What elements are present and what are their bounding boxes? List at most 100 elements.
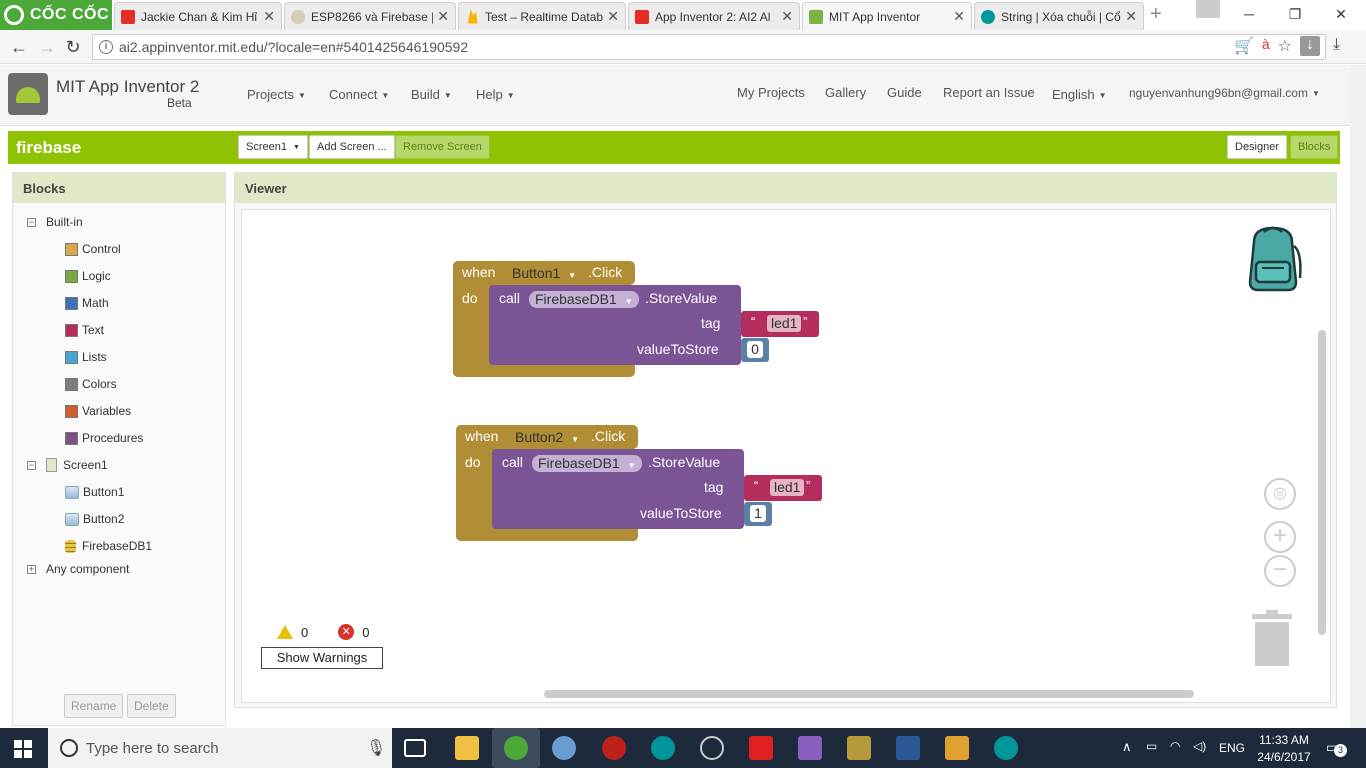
browser-brand[interactable]: CỐC CỐC [0,0,112,30]
drawer-text[interactable]: Text [65,323,104,337]
add-screen-button[interactable]: Add Screen ... [309,135,395,159]
collapse-icon[interactable]: − [27,217,36,227]
app-inventor-logo-icon[interactable] [8,73,48,115]
wifi-icon[interactable]: ◠ [1170,739,1180,768]
rename-button[interactable]: Rename [64,694,124,718]
dictionary-icon[interactable]: à [1262,36,1270,56]
browser-tab[interactable]: App Inventor 2: AI2 Al ✕ [628,2,800,30]
drawer-logic[interactable]: Logic [65,269,111,283]
notifications-icon[interactable]: ▭ 3 [1326,739,1347,768]
download-icon[interactable]: ⤓ [1333,36,1340,54]
workspace-vertical-scrollbar[interactable] [1318,330,1326,635]
windows-start-icon[interactable] [14,740,32,758]
page-scrollbar[interactable] [1350,65,1366,728]
backpack-icon[interactable] [1240,222,1306,294]
language-menu[interactable]: English ▼ [1052,87,1107,102]
component-dropdown[interactable]: Button1 ▼ [506,265,582,282]
profile-icon[interactable] [1196,0,1220,18]
tool-icon[interactable] [847,736,871,760]
task-view-icon[interactable] [404,739,426,757]
restore-icon[interactable]: ❐ [1272,0,1318,30]
link-gallery[interactable]: Gallery [825,85,866,100]
menu-connect[interactable]: Connect ▼ [329,87,389,102]
url-field[interactable]: i ai2.appinventor.mit.edu/?locale=en#540… [92,34,1326,60]
link-my-projects[interactable]: My Projects [737,85,805,100]
number-field[interactable]: 1 [750,505,766,522]
number-block[interactable]: 1 [744,502,772,526]
browser-tab[interactable]: String | Xóa chuỗi | Cổ ✕ [974,2,1144,30]
tree-builtin[interactable]: − Built-in [27,215,83,229]
expand-icon[interactable]: + [27,564,36,574]
menu-projects[interactable]: Projects ▼ [247,87,306,102]
menu-build[interactable]: Build ▼ [411,87,452,102]
microphone-icon[interactable]: 🎙 [366,738,386,758]
back-icon[interactable]: ← [8,36,30,58]
screen-select[interactable]: Screen1 ▼ [238,135,308,159]
call-storevalue-block[interactable]: call FirebaseDB1 ▼ .StoreValue tag valueT… [489,285,741,365]
close-tab-icon[interactable]: ✕ [607,8,619,25]
close-tab-icon[interactable]: ✕ [263,8,275,25]
menu-help[interactable]: Help ▼ [476,87,515,102]
text-block-tag[interactable]: “ led1 ” [744,475,822,501]
number-field[interactable]: 0 [747,341,763,358]
battery-icon[interactable]: ▭ [1146,739,1157,768]
zoom-in-icon[interactable]: + [1264,521,1296,553]
center-target-icon[interactable]: ◎ [1264,478,1296,510]
trash-icon[interactable] [1252,610,1292,666]
text-field[interactable]: led1 [767,315,802,332]
zoom-out-icon[interactable]: − [1264,555,1296,587]
atom-icon[interactable] [700,736,724,760]
show-warnings-button[interactable]: Show Warnings [261,647,383,669]
close-tab-icon[interactable]: ✕ [437,8,449,25]
tray-arrow-icon[interactable]: ∧ [1122,739,1132,768]
call-storevalue-block[interactable]: call FirebaseDB1 ▼ .StoreValue tag valueT… [492,449,744,529]
download-arrow-icon[interactable]: ↓ [1300,36,1320,56]
app-title[interactable]: MIT App Inventor 2 [56,77,199,97]
ic-app-icon[interactable] [749,736,773,760]
cart-icon[interactable]: 🛒 [1234,36,1254,56]
close-tab-icon[interactable]: ✕ [953,8,965,25]
minimize-icon[interactable]: ─ [1226,0,1272,30]
reload-icon[interactable]: ↻ [62,36,84,58]
text-block-tag[interactable]: “ led1 ” [741,311,819,337]
sublime-icon[interactable] [945,736,969,760]
designer-button[interactable]: Designer [1227,135,1288,159]
visual-studio-icon[interactable] [798,736,822,760]
number-block[interactable]: 0 [741,338,769,362]
new-tab-icon[interactable]: + [1150,3,1162,26]
drawer-colors[interactable]: Colors [65,377,117,391]
blocks-button[interactable]: Blocks [1290,135,1339,159]
arduino-taskbar-icon[interactable] [651,736,675,760]
tree-button1[interactable]: Button1 [65,485,124,499]
drawer-variables[interactable]: Variables [65,404,131,418]
close-window-icon[interactable]: ✕ [1318,0,1364,30]
blocks-workspace[interactable]: when Button1 ▼ .Click do call FirebaseDB1… [241,209,1331,703]
remove-screen-button[interactable]: Remove Screen [395,135,490,159]
drawer-procedures[interactable]: Procedures [65,431,143,445]
tree-any-component[interactable]: + Any component [27,562,129,576]
coccoc-taskbar-icon[interactable] [492,728,540,768]
forward-icon[interactable]: → [36,36,58,58]
collapse-icon[interactable]: − [27,460,36,470]
tree-screen1[interactable]: − Screen1 [27,458,108,472]
text-field[interactable]: led1 [770,479,805,496]
firebase-dropdown[interactable]: FirebaseDB1 ▼ [532,455,642,472]
browser-tab[interactable]: Jackie Chan & Kim Hỉ ✕ [114,2,282,30]
link-guide[interactable]: Guide [887,85,922,100]
browser-tab-active[interactable]: MIT App Inventor ✕ [802,2,972,30]
close-tab-icon[interactable]: ✕ [781,8,793,25]
drawer-math[interactable]: Math [65,296,109,310]
word-icon[interactable] [896,736,920,760]
paint-icon[interactable] [552,736,576,760]
drawer-control[interactable]: Control [65,242,121,256]
tree-button2[interactable]: Button2 [65,512,124,526]
firebase-dropdown[interactable]: FirebaseDB1 ▼ [529,291,639,308]
taskbar-search[interactable]: Type here to search 🎙 [48,728,392,768]
component-dropdown[interactable]: Button2 ▼ [509,429,585,446]
file-explorer-icon[interactable] [455,736,479,760]
bookmark-star-icon[interactable]: ☆ [1278,36,1292,56]
volume-icon[interactable]: ◁) [1193,739,1206,768]
drawer-lists[interactable]: Lists [65,350,107,364]
app-icon[interactable] [602,736,626,760]
clock[interactable]: 11:33 AM 24/6/2017 [1256,733,1312,768]
